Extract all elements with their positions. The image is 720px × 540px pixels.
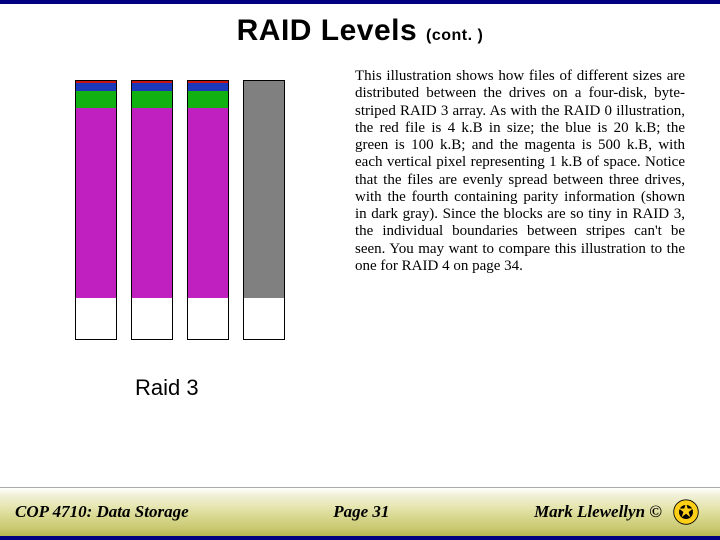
file-blue-stripe <box>76 83 116 91</box>
file-magenta-stripe <box>188 108 228 298</box>
raid-label: Raid 3 <box>135 375 355 401</box>
file-green-stripe <box>76 91 116 108</box>
title-sub: (cont. ) <box>426 27 483 44</box>
page-number: Page 31 <box>333 502 389 522</box>
footer: COP 4710: Data Storage Page 31 Mark Llew… <box>0 487 720 540</box>
file-green-stripe <box>132 91 172 108</box>
footer-bar: COP 4710: Data Storage Page 31 Mark Llew… <box>0 487 720 536</box>
author-block: Mark Llewellyn © <box>534 498 700 526</box>
disk-4-parity <box>243 80 285 340</box>
page-title: RAID Levels (cont. ) <box>0 14 720 48</box>
title-main: RAID Levels <box>237 14 426 47</box>
author-label: Mark Llewellyn © <box>534 502 662 522</box>
description-text: This illustration shows how files of dif… <box>355 68 685 401</box>
file-magenta-stripe <box>76 108 116 298</box>
file-blue-stripe <box>188 83 228 91</box>
disk-2 <box>131 80 173 340</box>
parity-stripe <box>244 81 284 298</box>
file-green-stripe <box>188 91 228 108</box>
bottom-accent-bar <box>0 536 720 540</box>
disk-1 <box>75 80 117 340</box>
top-accent-bar <box>0 0 720 4</box>
disk-3 <box>187 80 229 340</box>
file-blue-stripe <box>132 83 172 91</box>
illustration-panel: Raid 3 <box>15 68 355 401</box>
course-label: COP 4710: Data Storage <box>15 502 189 522</box>
ucf-logo-icon <box>672 498 700 526</box>
content-area: Raid 3 This illustration shows how files… <box>0 68 720 401</box>
file-magenta-stripe <box>132 108 172 298</box>
raid-disks <box>15 68 355 340</box>
